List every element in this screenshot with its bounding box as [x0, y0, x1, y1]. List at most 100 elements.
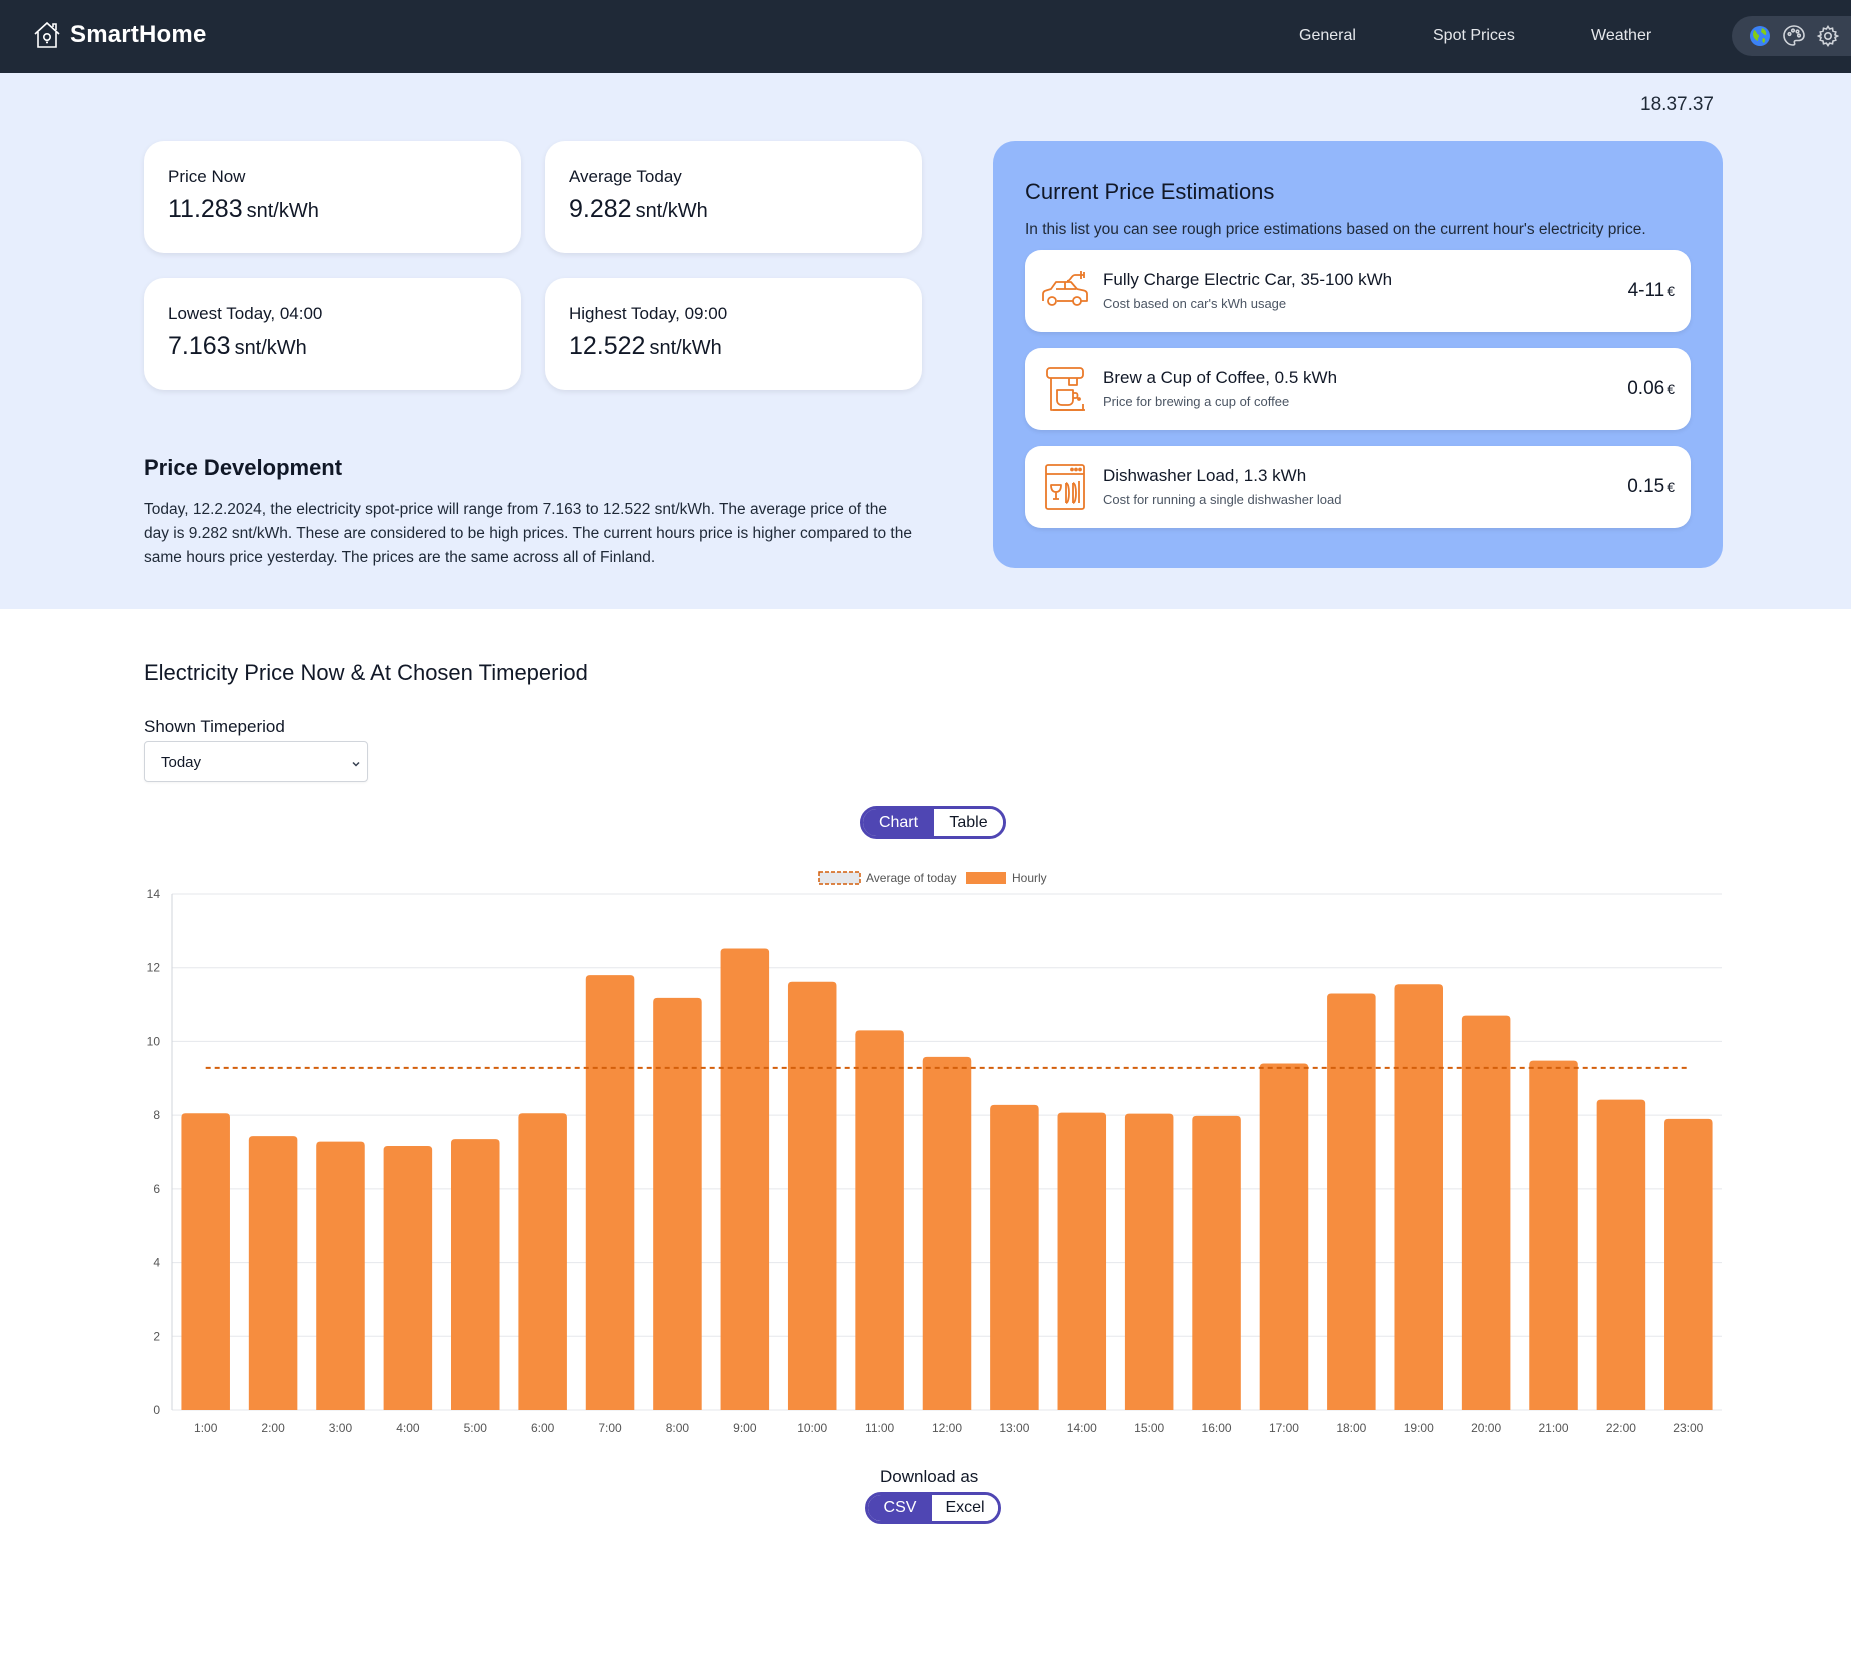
stat-number: 7.163 [168, 332, 231, 360]
estimation-price: 0.15 € [1627, 476, 1675, 498]
x-tick-label: 22:00 [1606, 1421, 1636, 1435]
bar [1394, 984, 1443, 1410]
x-tick-label: 3:00 [329, 1421, 353, 1435]
stat-label: Price Now [168, 167, 246, 186]
x-tick-label: 21:00 [1539, 1421, 1569, 1435]
currency: € [1667, 381, 1675, 397]
x-tick-label: 14:00 [1067, 1421, 1097, 1435]
smart-home-logo-icon [32, 20, 62, 50]
bar [1529, 1060, 1578, 1410]
price-estimations-panel: Current Price Estimations In this list y… [993, 141, 1723, 568]
x-tick-label: 2:00 [261, 1421, 285, 1435]
bar [855, 1030, 904, 1410]
estimation-subtitle: Cost for running a single dishwasher loa… [1103, 492, 1342, 507]
currency: € [1667, 479, 1675, 495]
estimation-subtitle: Price for brewing a cup of coffee [1103, 394, 1290, 409]
electric-car-icon [1039, 265, 1091, 317]
price-development-title: Price Development [144, 455, 343, 480]
y-tick-label: 2 [153, 1329, 160, 1343]
stat-value: 12.522 snt/kWh [569, 332, 898, 361]
y-tick-label: 12 [147, 961, 161, 975]
y-tick-label: 8 [153, 1108, 160, 1122]
stat-label: Lowest Today, 04:00 [168, 304, 323, 323]
price-value: 0.06 [1627, 378, 1665, 399]
y-tick-label: 10 [147, 1034, 161, 1048]
download-excel-button[interactable]: Excel [932, 1495, 998, 1521]
nav-weather[interactable]: Weather [1591, 27, 1651, 45]
coffee-machine-icon [1039, 363, 1091, 415]
table-view-button[interactable]: Table [934, 809, 1003, 836]
bar [1124, 1113, 1174, 1410]
price-value: 4-11 [1627, 280, 1665, 301]
estimation-name: Dishwasher Load, 1.3 kWh [1103, 466, 1307, 485]
timeperiod-selected-value: Today [161, 754, 202, 771]
chart-view-button[interactable]: Chart [863, 809, 934, 836]
estimation-item-coffee: Brew a Cup of Coffee, 0.5 kWh Price for … [1025, 348, 1691, 430]
dishwasher-icon [1039, 461, 1091, 513]
nav-spot-prices[interactable]: Spot Prices [1433, 27, 1515, 45]
estimation-item-electric-car: Fully Charge Electric Car, 35-100 kWh Co… [1025, 250, 1691, 332]
bar [1461, 1015, 1511, 1410]
estimation-price: 0.06 € [1627, 378, 1675, 400]
download-toggle: CSV Excel [865, 1492, 1001, 1524]
stat-number: 11.283 [168, 195, 243, 223]
header-icon-group [1732, 16, 1851, 56]
stat-value: 9.282 snt/kWh [569, 195, 898, 224]
bar [451, 1139, 500, 1410]
bar [1664, 1118, 1713, 1410]
price-chart: Average of today Hourly 0 2 4 6 8 10 12 14 1:00 2… [147, 871, 1722, 1435]
view-toggle: Chart Table [860, 806, 1006, 839]
current-time: 18.37.37 [1640, 94, 1714, 115]
price-development-text: Today, 12.2.2024, the electricity spot-p… [144, 501, 912, 566]
brand-name: SmartHome [70, 21, 207, 48]
legend-swatch-hourly [966, 872, 1006, 884]
price-value: 0.15 [1627, 476, 1665, 497]
bar [1596, 1099, 1646, 1410]
chart-legend: Average of today Hourly [818, 871, 1047, 885]
bar [720, 948, 770, 1410]
x-tick-label: 5:00 [464, 1421, 488, 1435]
estimations-title: Current Price Estimations [1025, 179, 1275, 204]
stat-number: 9.282 [569, 195, 632, 223]
legend-label-hourly: Hourly [1012, 871, 1047, 885]
stat-unit: snt/kWh [246, 200, 319, 222]
x-tick-label: 15:00 [1134, 1421, 1164, 1435]
x-tick-label: 4:00 [396, 1421, 420, 1435]
timeperiod-select[interactable]: Today [144, 741, 368, 782]
estimation-item-dishwasher: Dishwasher Load, 1.3 kWh Cost for runnin… [1025, 446, 1691, 528]
bar [1259, 1063, 1309, 1410]
stat-label: Average Today [569, 167, 682, 186]
x-tick-label: 13:00 [999, 1421, 1029, 1435]
stat-number: 12.522 [569, 332, 646, 360]
x-tick-label: 17:00 [1269, 1421, 1299, 1435]
bar [990, 1104, 1039, 1410]
nav-general[interactable]: General [1299, 27, 1356, 45]
download-csv-button[interactable]: CSV [868, 1495, 932, 1521]
estimation-price: 4-11 € [1628, 280, 1675, 302]
legend-label-average: Average of today [866, 871, 957, 885]
globe-icon[interactable] [1748, 24, 1772, 48]
top-navbar: SmartHome General Spot Prices Weather [0, 0, 1851, 73]
x-tick-label: 16:00 [1202, 1421, 1232, 1435]
gear-icon[interactable] [1816, 24, 1840, 48]
stat-value: 7.163 snt/kWh [168, 332, 497, 361]
chevron-down-icon [351, 756, 361, 767]
timeperiod-label: Shown Timeperiod [144, 717, 285, 736]
bar [316, 1141, 365, 1410]
bar [1192, 1115, 1241, 1410]
palette-icon[interactable] [1782, 24, 1806, 48]
brand[interactable]: SmartHome [32, 20, 207, 50]
stat-unit: snt/kWh [234, 337, 307, 359]
bars [181, 948, 1713, 1410]
x-tick-label: 10:00 [797, 1421, 827, 1435]
y-tick-label: 0 [153, 1403, 160, 1417]
x-tick-label: 19:00 [1404, 1421, 1434, 1435]
x-tick-label: 18:00 [1336, 1421, 1366, 1435]
x-tick-label: 1:00 [194, 1421, 218, 1435]
bar [653, 997, 702, 1410]
stat-card-highest-today: Highest Today, 09:00 12.522 snt/kWh [545, 278, 922, 390]
estimations-description: In this list you can see rough price est… [1025, 221, 1646, 238]
stat-card-average-today: Average Today 9.282 snt/kWh [545, 141, 922, 253]
y-axis: 0 2 4 6 8 10 12 14 [147, 887, 161, 1417]
x-tick-label: 20:00 [1471, 1421, 1501, 1435]
